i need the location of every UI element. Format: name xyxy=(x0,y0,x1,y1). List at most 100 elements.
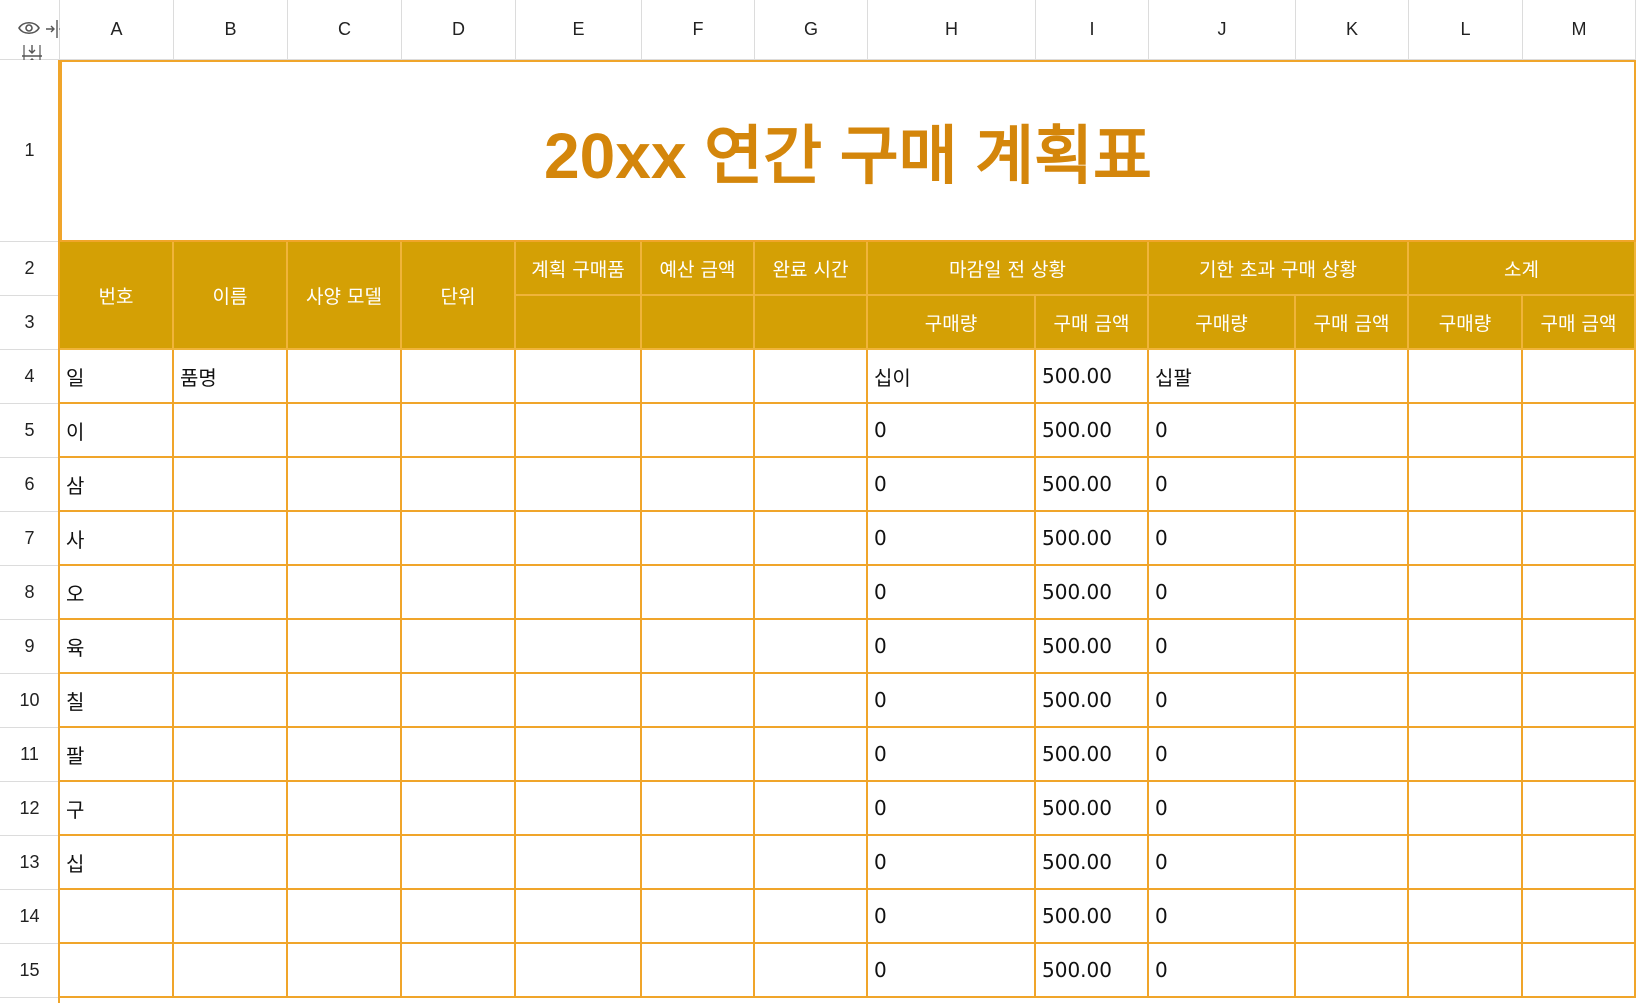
header-planned-item[interactable]: 계획 구매품 xyxy=(516,242,642,296)
cell-m11[interactable] xyxy=(1523,728,1636,782)
sheet-title[interactable]: 20xx 연간 구매 계획표 xyxy=(60,60,1636,242)
column-header-g[interactable]: G xyxy=(755,0,868,60)
cell-e15[interactable] xyxy=(516,944,642,998)
cell-e4[interactable] xyxy=(516,350,642,404)
cell-d8[interactable] xyxy=(402,566,516,620)
cell-k9[interactable] xyxy=(1296,620,1409,674)
cell-i12[interactable]: 500.00 xyxy=(1036,782,1149,836)
cell-l9[interactable] xyxy=(1409,620,1523,674)
cell-g8[interactable] xyxy=(755,566,868,620)
cell-e6[interactable] xyxy=(516,458,642,512)
header-number[interactable]: 번호 xyxy=(60,242,174,350)
cell-j13[interactable]: 0 xyxy=(1149,836,1296,890)
cell-j15[interactable]: 0 xyxy=(1149,944,1296,998)
row-header-6[interactable]: 6 xyxy=(0,458,60,512)
cell-i6[interactable]: 500.00 xyxy=(1036,458,1149,512)
cell-c12[interactable] xyxy=(288,782,402,836)
cell-i11[interactable]: 500.00 xyxy=(1036,728,1149,782)
cell-k4[interactable] xyxy=(1296,350,1409,404)
cell-h6[interactable]: 0 xyxy=(868,458,1036,512)
header-cell-e3[interactable] xyxy=(516,296,642,350)
cell-c10[interactable] xyxy=(288,674,402,728)
cell-j12[interactable]: 0 xyxy=(1149,782,1296,836)
cell-a9[interactable]: 육 xyxy=(60,620,174,674)
cell-l13[interactable] xyxy=(1409,836,1523,890)
row-header-10[interactable]: 10 xyxy=(0,674,60,728)
header-amount-i[interactable]: 구매 금액 xyxy=(1036,296,1149,350)
cell-f15[interactable] xyxy=(642,944,755,998)
cell-f12[interactable] xyxy=(642,782,755,836)
cell-b12[interactable] xyxy=(174,782,288,836)
cell-e8[interactable] xyxy=(516,566,642,620)
cell-e9[interactable] xyxy=(516,620,642,674)
row-header-2[interactable]: 2 xyxy=(0,242,60,296)
cell-b15[interactable] xyxy=(174,944,288,998)
column-header-h[interactable]: H xyxy=(868,0,1036,60)
cell-m7[interactable] xyxy=(1523,512,1636,566)
cell-e7[interactable] xyxy=(516,512,642,566)
cell-c6[interactable] xyxy=(288,458,402,512)
header-amount-k[interactable]: 구매 금액 xyxy=(1296,296,1409,350)
cell-m14[interactable] xyxy=(1523,890,1636,944)
cell-e14[interactable] xyxy=(516,890,642,944)
cell-j7[interactable]: 0 xyxy=(1149,512,1296,566)
cell-b7[interactable] xyxy=(174,512,288,566)
cell-e5[interactable] xyxy=(516,404,642,458)
cell-h5[interactable]: 0 xyxy=(868,404,1036,458)
row-header-8[interactable]: 8 xyxy=(0,566,60,620)
cell-m10[interactable] xyxy=(1523,674,1636,728)
cell-i5[interactable]: 500.00 xyxy=(1036,404,1149,458)
cell-k7[interactable] xyxy=(1296,512,1409,566)
cell-m8[interactable] xyxy=(1523,566,1636,620)
header-budget[interactable]: 예산 금액 xyxy=(642,242,755,296)
cell-i14[interactable]: 500.00 xyxy=(1036,890,1149,944)
column-header-k[interactable]: K xyxy=(1296,0,1409,60)
cell-f10[interactable] xyxy=(642,674,755,728)
cell-h10[interactable]: 0 xyxy=(868,674,1036,728)
cell-m4[interactable] xyxy=(1523,350,1636,404)
cell-l6[interactable] xyxy=(1409,458,1523,512)
cell-d10[interactable] xyxy=(402,674,516,728)
cell-i15[interactable]: 500.00 xyxy=(1036,944,1149,998)
cell-k10[interactable] xyxy=(1296,674,1409,728)
cell-d6[interactable] xyxy=(402,458,516,512)
header-overdue[interactable]: 기한 초과 구매 상황 xyxy=(1149,242,1409,296)
cell-e10[interactable] xyxy=(516,674,642,728)
cell-j9[interactable]: 0 xyxy=(1149,620,1296,674)
cell-k12[interactable] xyxy=(1296,782,1409,836)
cell-a15[interactable] xyxy=(60,944,174,998)
row-header-3[interactable]: 3 xyxy=(0,296,60,350)
cell-e11[interactable] xyxy=(516,728,642,782)
cell-c14[interactable] xyxy=(288,890,402,944)
cell-m5[interactable] xyxy=(1523,404,1636,458)
cell-j14[interactable]: 0 xyxy=(1149,890,1296,944)
cell-i8[interactable]: 500.00 xyxy=(1036,566,1149,620)
cell-i9[interactable]: 500.00 xyxy=(1036,620,1149,674)
cell-f13[interactable] xyxy=(642,836,755,890)
column-header-b[interactable]: B xyxy=(174,0,288,60)
column-header-m[interactable]: M xyxy=(1523,0,1636,60)
column-header-c[interactable]: C xyxy=(288,0,402,60)
cell-f8[interactable] xyxy=(642,566,755,620)
column-header-i[interactable]: I xyxy=(1036,0,1149,60)
cell-l5[interactable] xyxy=(1409,404,1523,458)
cell-c13[interactable] xyxy=(288,836,402,890)
cell-b14[interactable] xyxy=(174,890,288,944)
cell-f5[interactable] xyxy=(642,404,755,458)
cell-k13[interactable] xyxy=(1296,836,1409,890)
cell-j5[interactable]: 0 xyxy=(1149,404,1296,458)
cell-g10[interactable] xyxy=(755,674,868,728)
cell-d11[interactable] xyxy=(402,728,516,782)
cell-k11[interactable] xyxy=(1296,728,1409,782)
header-qty-h[interactable]: 구매량 xyxy=(868,296,1036,350)
header-name[interactable]: 이름 xyxy=(174,242,288,350)
cell-k6[interactable] xyxy=(1296,458,1409,512)
cell-m15[interactable] xyxy=(1523,944,1636,998)
cell-a12[interactable]: 구 xyxy=(60,782,174,836)
cell-d15[interactable] xyxy=(402,944,516,998)
cell-h7[interactable]: 0 xyxy=(868,512,1036,566)
header-qty-j[interactable]: 구매량 xyxy=(1149,296,1296,350)
cell-c5[interactable] xyxy=(288,404,402,458)
cell-i4[interactable]: 500.00 xyxy=(1036,350,1149,404)
cell-b6[interactable] xyxy=(174,458,288,512)
